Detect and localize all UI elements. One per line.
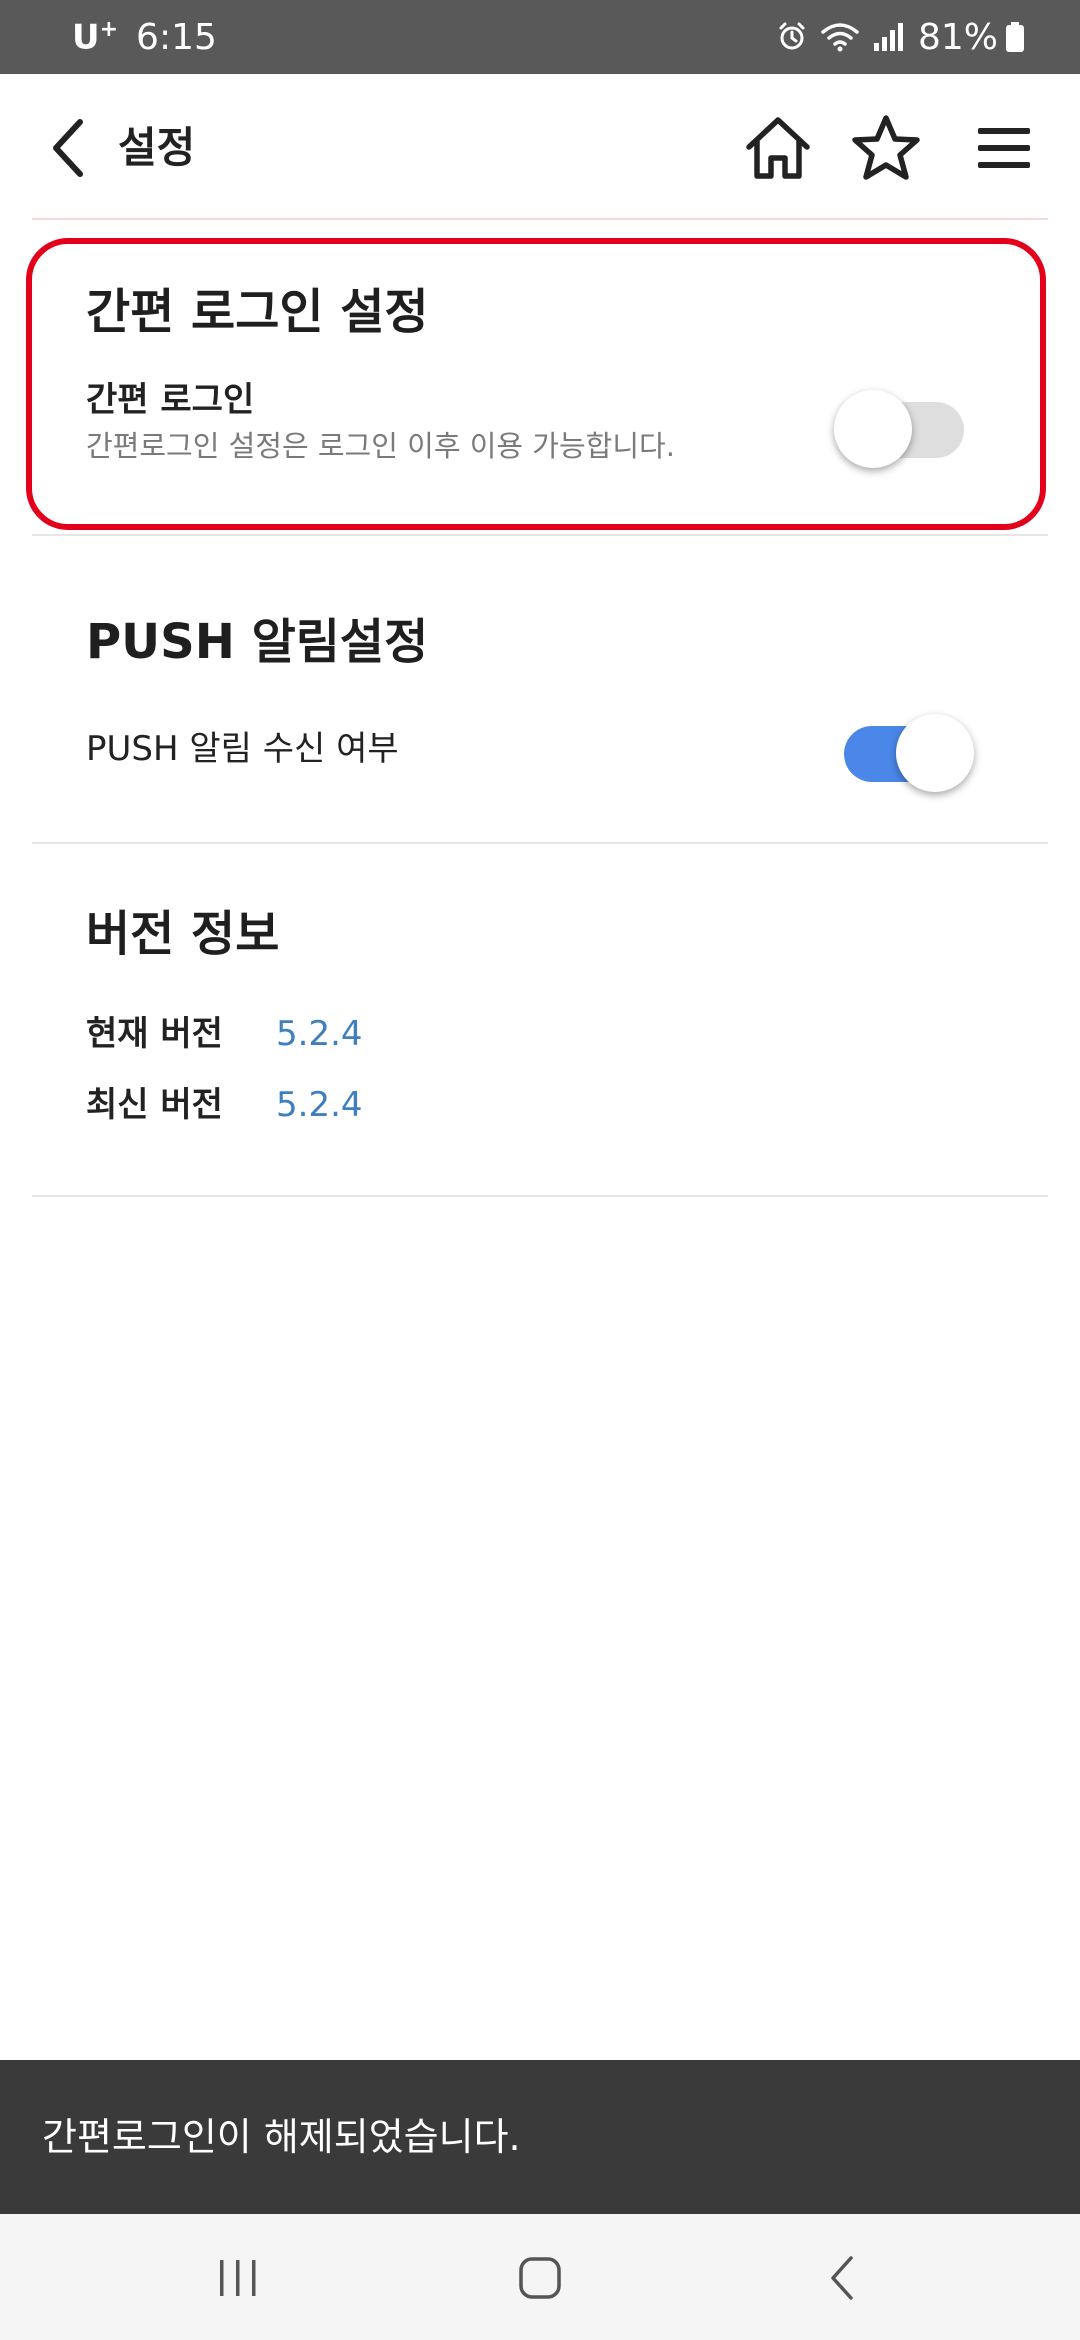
section-divider bbox=[32, 842, 1048, 844]
easy-login-title: 간편 로그인 설정 bbox=[86, 284, 429, 340]
chevron-left-icon bbox=[53, 119, 83, 177]
push-toggle[interactable] bbox=[834, 706, 974, 792]
status-time: 6:15 bbox=[136, 16, 217, 58]
section-divider bbox=[32, 534, 1048, 536]
push-title: PUSH 알림설정 bbox=[86, 614, 429, 670]
current-version-value: 5.2.4 bbox=[276, 1014, 363, 1054]
toast-message: 간편로그인이 해제되었습니다. bbox=[42, 2115, 521, 2159]
carrier-label: U+ bbox=[72, 16, 119, 58]
menu-button[interactable] bbox=[966, 110, 1042, 186]
battery-percent: 81% bbox=[917, 16, 998, 58]
latest-version-label: 최신 버전 bbox=[86, 1085, 223, 1125]
status-bar: U+ 6:15 81% bbox=[0, 0, 1080, 74]
recents-icon bbox=[220, 2260, 256, 2296]
easy-login-description: 간편로그인 설정은 로그인 이후 이용 가능합니다. bbox=[86, 429, 675, 463]
favorite-button[interactable] bbox=[848, 110, 924, 186]
signal-icon bbox=[873, 23, 903, 51]
toggle-knob bbox=[896, 714, 974, 792]
home-icon bbox=[746, 117, 810, 179]
latest-version-value: 5.2.4 bbox=[276, 1085, 363, 1125]
home-button[interactable] bbox=[740, 110, 816, 186]
easy-login-label: 간편 로그인 bbox=[86, 380, 255, 420]
back-icon bbox=[831, 2256, 853, 2300]
back-button[interactable] bbox=[36, 112, 100, 184]
current-version-label: 현재 버전 bbox=[86, 1014, 223, 1054]
toggle-knob bbox=[834, 390, 912, 468]
section-divider bbox=[32, 1195, 1048, 1197]
home-circle-icon bbox=[519, 2257, 561, 2299]
alarm-icon bbox=[779, 22, 805, 50]
easy-login-toggle[interactable] bbox=[834, 382, 974, 468]
app-header: 설정 bbox=[0, 74, 1080, 220]
toast: 간편로그인이 해제되었습니다. bbox=[0, 2060, 1080, 2214]
header-divider bbox=[32, 218, 1048, 220]
status-left: U+ 6:15 bbox=[72, 0, 217, 74]
home-nav-button[interactable] bbox=[500, 2238, 580, 2318]
push-label: PUSH 알림 수신 여부 bbox=[86, 729, 399, 769]
nav-bar bbox=[0, 2214, 1080, 2340]
back-nav-button[interactable] bbox=[802, 2238, 882, 2318]
wifi-icon bbox=[821, 23, 859, 52]
version-title: 버전 정보 bbox=[86, 906, 280, 962]
star-icon bbox=[852, 115, 920, 180]
battery-icon bbox=[1006, 22, 1024, 52]
recents-button[interactable] bbox=[198, 2238, 278, 2318]
menu-icon bbox=[978, 128, 1030, 168]
page-title: 설정 bbox=[118, 123, 196, 172]
status-right: 81% bbox=[776, 0, 1036, 74]
